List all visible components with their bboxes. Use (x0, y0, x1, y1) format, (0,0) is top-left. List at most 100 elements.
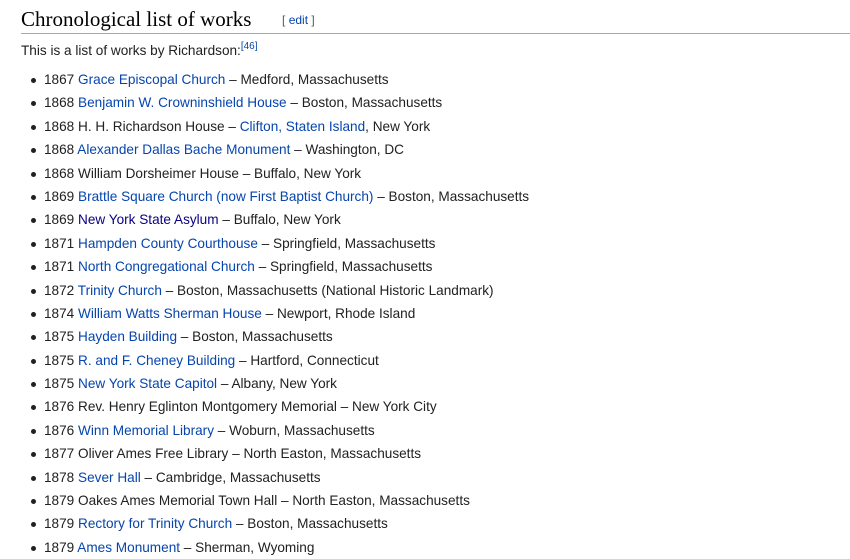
work-list-item: 1879 Ames Monument – Sherman, Wyoming (21, 536, 529, 559)
work-link[interactable]: William Watts Sherman House (78, 306, 262, 321)
work-link[interactable]: Hayden Building (78, 329, 177, 344)
work-list-item: 1869 Brattle Square Church (now First Ba… (21, 185, 529, 208)
citation-link[interactable]: [46] (241, 41, 258, 52)
work-list-item: 1872 Trinity Church – Boston, Massachuse… (21, 279, 529, 302)
work-text: – Woburn, Massachusetts (214, 422, 375, 438)
section-heading: Chronological list of works [ edit ] (21, 6, 850, 34)
work-year: 1868 (44, 165, 75, 181)
work-list-item: 1874 William Watts Sherman House – Newpo… (21, 302, 529, 325)
work-link[interactable]: New York State Capitol (78, 376, 217, 391)
edit-bracket-open: [ (282, 13, 286, 27)
bullet-icon (31, 311, 36, 317)
work-text: – Buffalo, New York (218, 212, 341, 228)
bullet-icon (31, 428, 36, 434)
work-text: – Boston, Massachusetts (373, 188, 530, 204)
work-list-item: 1877 Oliver Ames Free Library – North Ea… (21, 442, 529, 465)
edit-section-link[interactable]: edit (289, 13, 308, 27)
work-list-item: 1868 Benjamin W. Crowninshield House – B… (21, 91, 529, 114)
work-list-item: 1878 Sever Hall – Cambridge, Massachuset… (21, 466, 529, 489)
bullet-icon (31, 241, 36, 247)
bullet-icon (31, 405, 36, 411)
work-year: 1868 (44, 95, 75, 111)
work-text: Oakes Ames Memorial Town Hall – North Ea… (78, 493, 470, 509)
work-list-item: 1875 R. and F. Cheney Building – Hartfor… (21, 349, 529, 372)
work-text: – Boston, Massachusetts (286, 95, 443, 111)
work-text: – Springfield, Massachusetts (257, 235, 436, 251)
work-year: 1874 (44, 305, 75, 321)
work-text: – Newport, Rhode Island (261, 305, 416, 321)
work-text: Rev. Henry Eglinton Montgomery Memorial … (78, 399, 437, 415)
work-text: – Boston, Massachusetts (232, 516, 388, 532)
work-link[interactable]: Brattle Square Church (now First Baptist… (78, 189, 373, 204)
work-link[interactable]: R. and F. Cheney Building (78, 353, 235, 368)
bullet-icon (31, 522, 36, 528)
works-list: 1867 Grace Episcopal Church – Medford, M… (21, 68, 529, 559)
work-year: 1875 (44, 376, 75, 392)
work-link[interactable]: Sever Hall (78, 470, 141, 485)
bullet-icon (31, 499, 36, 505)
work-list-item: 1876 Rev. Henry Eglinton Montgomery Memo… (21, 395, 529, 418)
work-year: 1869 (44, 188, 75, 204)
work-year: 1879 (44, 516, 75, 532)
work-link[interactable]: North Congregational Church (78, 259, 255, 274)
work-year: 1876 (44, 399, 75, 415)
bullet-icon (31, 545, 36, 551)
work-list-item: 1879 Rectory for Trinity Church – Boston… (21, 512, 529, 535)
bullet-icon (31, 452, 36, 458)
work-list-item: 1868 Alexander Dallas Bache Monument – W… (21, 138, 529, 161)
work-link[interactable]: Hampden County Courthouse (78, 236, 258, 251)
bullet-icon (31, 358, 36, 364)
work-text: – Boston, Massachusetts (177, 329, 333, 345)
work-link[interactable]: Trinity Church (78, 283, 162, 298)
bullet-icon (31, 101, 36, 107)
edit-section: [ edit ] (282, 13, 315, 27)
work-text: Oliver Ames Free Library – North Easton,… (78, 446, 422, 462)
bullet-icon (31, 265, 36, 271)
work-year: 1867 (44, 72, 75, 87)
work-year: 1875 (44, 329, 75, 345)
work-list-item: 1871 Hampden County Courthouse – Springf… (21, 232, 529, 255)
work-list-item: 1868 William Dorsheimer House – Buffalo,… (21, 162, 529, 185)
bullet-icon (31, 148, 36, 154)
work-link[interactable]: Grace Episcopal Church (78, 72, 225, 87)
work-link[interactable]: Alexander Dallas Bache Monument (77, 142, 290, 157)
work-link[interactable]: Rectory for Trinity Church (78, 516, 232, 531)
work-year: 1871 (44, 259, 75, 275)
intro-paragraph: This is a list of works by Richardson:[4… (21, 41, 258, 61)
work-year: 1868 (44, 118, 75, 134)
work-link[interactable]: New York State Asylum (78, 212, 219, 227)
work-text: – Washington, DC (290, 142, 404, 158)
work-list-item: 1875 Hayden Building – Boston, Massachus… (21, 325, 529, 348)
work-year: 1876 (44, 422, 75, 438)
intro-text: This is a list of works by Richardson: (21, 43, 241, 58)
work-link[interactable]: Winn Memorial Library (78, 423, 214, 438)
work-year: 1872 (44, 282, 75, 298)
work-list-item: 1876 Winn Memorial Library – Woburn, Mas… (21, 419, 529, 442)
work-year: 1878 (44, 469, 75, 485)
work-link[interactable]: Ames Monument (77, 540, 180, 555)
work-year: 1868 (44, 142, 75, 158)
work-list-item: 1869 New York State Asylum – Buffalo, Ne… (21, 208, 529, 231)
bullet-icon (31, 382, 36, 388)
bullet-icon (31, 194, 36, 200)
edit-bracket-close: ] (311, 13, 315, 27)
bullet-icon (31, 335, 36, 341)
work-text: H. H. Richardson House – (78, 118, 240, 134)
work-year: 1879 (44, 493, 75, 509)
work-text: – Sherman, Wyoming (180, 539, 315, 555)
bullet-icon (31, 78, 36, 83)
work-list-item: 1875 New York State Capitol – Albany, Ne… (21, 372, 529, 395)
work-year: 1879 (44, 539, 75, 555)
work-list-item: 1868 H. H. Richardson House – Clifton, S… (21, 115, 529, 138)
work-year: 1871 (44, 235, 75, 251)
work-link[interactable]: Clifton, Staten Island (240, 119, 365, 134)
work-list-item: 1879 Oakes Ames Memorial Town Hall – Nor… (21, 489, 529, 512)
work-year: 1875 (44, 352, 75, 368)
work-text: – Springfield, Massachusetts (254, 259, 433, 275)
work-link[interactable]: Benjamin W. Crowninshield House (78, 95, 287, 110)
work-list-item: 1867 Grace Episcopal Church – Medford, M… (21, 68, 529, 91)
work-text: – Boston, Massachusetts (National Histor… (161, 282, 494, 298)
bullet-icon (31, 475, 36, 481)
work-year: 1869 (44, 212, 75, 228)
work-text: William Dorsheimer House – Buffalo, New … (78, 165, 362, 181)
